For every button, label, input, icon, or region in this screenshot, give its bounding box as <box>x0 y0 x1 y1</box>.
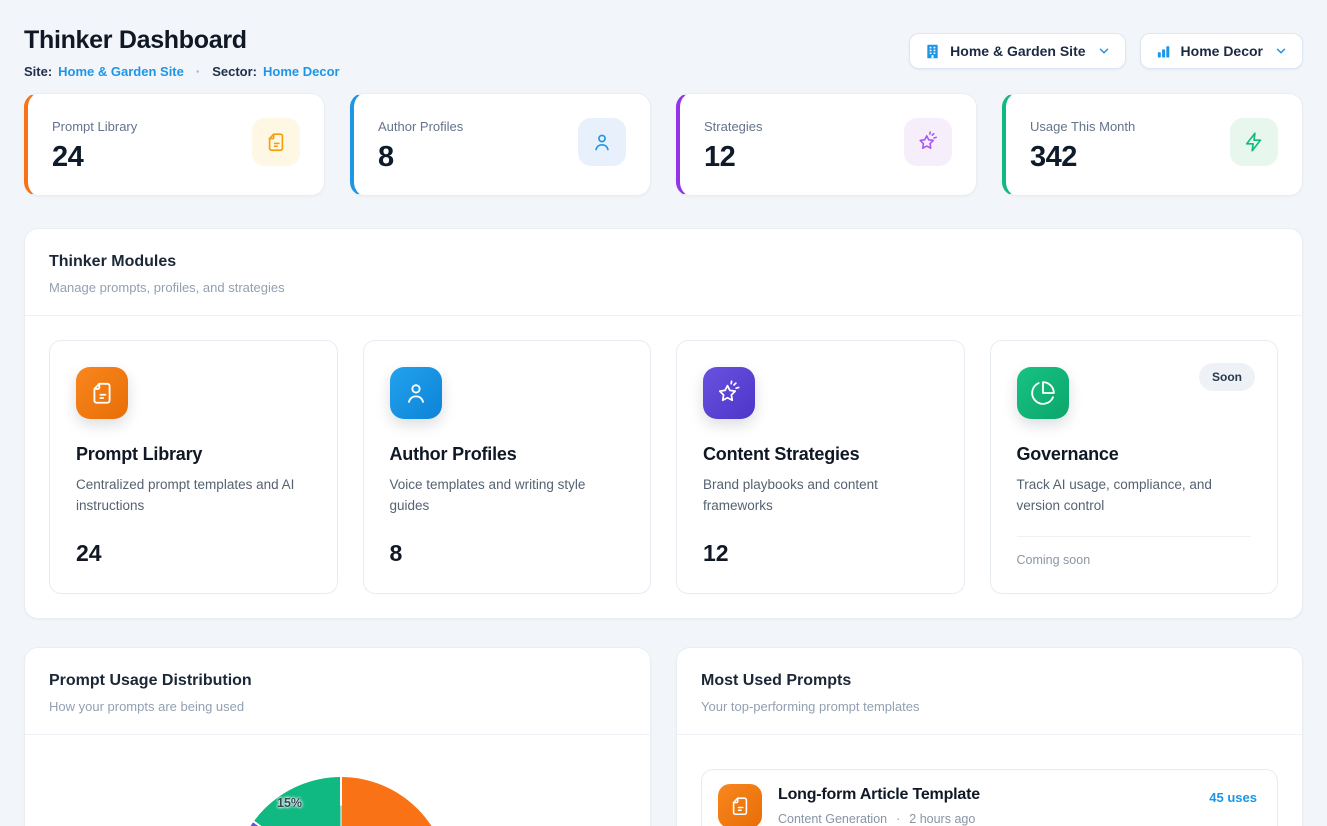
sparkle-star-icon <box>904 118 952 166</box>
most-used-prompts-card: Most Used Prompts Your top-performing pr… <box>676 647 1303 826</box>
building-icon <box>924 43 941 60</box>
stat-value: 342 <box>1030 141 1135 174</box>
document-icon <box>252 118 300 166</box>
sector-label: Sector: <box>212 64 257 79</box>
stat-label: Strategies <box>704 119 763 134</box>
prompt-item-title: Long-form Article Template <box>778 786 980 804</box>
page-header: Thinker Dashboard Site: Home & Garden Si… <box>24 26 1303 79</box>
stat-value: 8 <box>378 141 463 174</box>
dashboard-page: Thinker Dashboard Site: Home & Garden Si… <box>0 0 1327 826</box>
stat-value: 12 <box>704 141 763 174</box>
module-description: Centralized prompt templates and AI inst… <box>76 475 311 517</box>
module-card-prompt-library[interactable]: Prompt Library Centralized prompt templa… <box>49 340 338 594</box>
stats-row: Prompt Library 24 Author Profiles 8 <box>24 93 1303 196</box>
most-used-prompts-title: Most Used Prompts <box>701 672 1278 690</box>
stat-card-prompt-library: Prompt Library 24 <box>24 93 325 196</box>
donut-chart: 15% <box>233 777 449 826</box>
stat-card-author-profiles: Author Profiles 8 <box>350 93 651 196</box>
sparkle-star-icon <box>703 367 755 419</box>
site-selector-dropdown[interactable]: Home & Garden Site <box>909 33 1125 69</box>
most-used-prompts-header: Most Used Prompts Your top-performing pr… <box>677 648 1302 734</box>
page-title: Thinker Dashboard <box>24 26 340 55</box>
modules-panel-header: Thinker Modules Manage prompts, profiles… <box>25 229 1302 315</box>
bar-chart-icon <box>1155 43 1172 60</box>
chevron-down-icon <box>1097 44 1111 58</box>
document-icon <box>76 367 128 419</box>
modules-title: Thinker Modules <box>49 253 1278 271</box>
stat-label: Prompt Library <box>52 119 137 134</box>
usage-distribution-card: Prompt Usage Distribution How your promp… <box>24 647 651 826</box>
module-card-governance[interactable]: Soon Governance Track AI usage, complian… <box>990 340 1279 594</box>
stat-card-usage: Usage This Month 342 <box>1002 93 1303 196</box>
prompt-item-text: Long-form Article Template Content Gener… <box>778 784 980 826</box>
module-description: Track AI usage, compliance, and version … <box>1017 475 1252 517</box>
usage-donut-chart-area: 15% <box>25 735 650 826</box>
divider <box>677 734 1302 735</box>
site-label: Site: <box>24 64 52 79</box>
module-description: Brand playbooks and content frameworks <box>703 475 938 517</box>
header-left: Thinker Dashboard Site: Home & Garden Si… <box>24 26 340 79</box>
module-title: Governance <box>1017 444 1252 465</box>
meta-separator: · <box>896 812 900 826</box>
stat-text: Strategies 12 <box>704 116 763 195</box>
module-description: Voice templates and writing style guides <box>390 475 625 517</box>
site-link[interactable]: Home & Garden Site <box>58 64 184 79</box>
prompt-list-item[interactable]: Long-form Article Template Content Gener… <box>701 769 1278 826</box>
usage-distribution-title: Prompt Usage Distribution <box>49 672 626 690</box>
thinker-modules-panel: Thinker Modules Manage prompts, profiles… <box>24 228 1303 619</box>
sector-selector-label: Home Decor <box>1181 43 1263 59</box>
prompt-item-time: 2 hours ago <box>909 812 975 826</box>
modules-subtitle: Manage prompts, profiles, and strategies <box>49 280 1278 295</box>
site-selector-label: Home & Garden Site <box>950 43 1085 59</box>
usage-distribution-subtitle: How your prompts are being used <box>49 699 626 714</box>
stat-text: Author Profiles 8 <box>378 116 463 195</box>
stat-label: Usage This Month <box>1030 119 1135 134</box>
zap-icon <box>1230 118 1278 166</box>
breadcrumb-separator: · <box>196 64 200 79</box>
modules-grid: Prompt Library Centralized prompt templa… <box>25 316 1302 618</box>
document-icon <box>718 784 762 826</box>
prompt-item-category: Content Generation <box>778 812 887 826</box>
coming-soon-label: Coming soon <box>1017 536 1252 567</box>
pie-chart-icon <box>1017 367 1069 419</box>
stat-value: 24 <box>52 141 137 174</box>
module-count: 8 <box>390 540 625 567</box>
prompt-item-uses-badge: 45 uses <box>1209 790 1257 805</box>
donut-segment-label: 15% <box>277 796 302 810</box>
user-icon <box>578 118 626 166</box>
stat-text: Usage This Month 342 <box>1030 116 1135 195</box>
soon-badge: Soon <box>1199 363 1255 391</box>
sector-link[interactable]: Home Decor <box>263 64 340 79</box>
chevron-down-icon <box>1274 44 1288 58</box>
usage-distribution-header: Prompt Usage Distribution How your promp… <box>25 648 650 734</box>
bottom-row: Prompt Usage Distribution How your promp… <box>24 647 1303 826</box>
module-title: Content Strategies <box>703 444 938 465</box>
header-controls: Home & Garden Site Home Decor <box>909 33 1303 69</box>
breadcrumb: Site: Home & Garden Site · Sector: Home … <box>24 64 340 79</box>
prompt-item-meta: Content Generation · 2 hours ago <box>778 812 980 826</box>
module-count: 12 <box>703 540 938 567</box>
stat-label: Author Profiles <box>378 119 463 134</box>
user-icon <box>390 367 442 419</box>
module-count: 24 <box>76 540 311 567</box>
module-title: Prompt Library <box>76 444 311 465</box>
module-title: Author Profiles <box>390 444 625 465</box>
module-card-author-profiles[interactable]: Author Profiles Voice templates and writ… <box>363 340 652 594</box>
module-card-content-strategies[interactable]: Content Strategies Brand playbooks and c… <box>676 340 965 594</box>
stat-card-strategies: Strategies 12 <box>676 93 977 196</box>
sector-selector-dropdown[interactable]: Home Decor <box>1140 33 1303 69</box>
most-used-prompts-subtitle: Your top-performing prompt templates <box>701 699 1278 714</box>
stat-text: Prompt Library 24 <box>52 116 137 195</box>
